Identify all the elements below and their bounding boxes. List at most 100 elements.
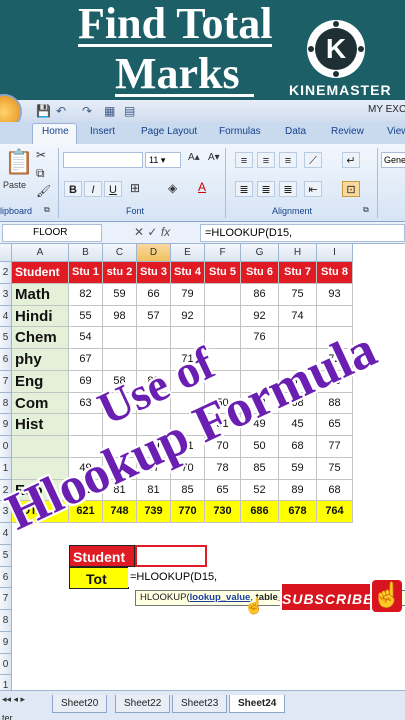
cancel-icon[interactable]: ✕ [134,225,144,239]
subject-cell[interactable]: Math [12,283,69,306]
total-cell[interactable]: 730 [205,501,241,523]
table-header-cell[interactable]: Stu 7 [279,262,317,284]
row-header[interactable]: 5 [0,544,12,567]
table-header-cell[interactable]: Stu 6 [241,262,279,284]
mark-cell[interactable] [205,305,241,328]
mark-cell[interactable]: 89 [279,479,317,502]
save-icon[interactable]: 💾 [36,104,51,118]
subject-cell[interactable] [12,436,69,458]
mark-cell[interactable] [137,327,171,349]
fill-color-icon[interactable]: ◈ [168,181,177,195]
qa-tool-icon-2[interactable]: ▤ [124,104,135,118]
tab-data[interactable]: Data [285,126,306,137]
cut-icon[interactable]: ✂ [36,148,46,162]
merge-center-button[interactable]: ⊡ [342,181,360,197]
column-header[interactable]: B [69,244,103,262]
mark-cell[interactable]: 85 [241,457,279,480]
select-all-corner[interactable] [0,244,12,262]
table-header-cell[interactable]: Student [12,262,69,284]
row-header[interactable]: 8 [0,610,12,632]
row-header[interactable]: 2 [0,262,12,284]
mark-cell[interactable]: 54 [69,327,103,349]
lookup-student-label[interactable]: Student [69,544,135,567]
mark-cell[interactable]: 57 [137,305,171,328]
qa-tool-icon[interactable]: ▦ [104,104,115,118]
table-header-cell[interactable]: Stu 8 [317,262,353,284]
total-cell[interactable]: 748 [103,501,137,523]
column-header[interactable]: C [103,244,137,262]
subject-cell[interactable]: Hist [12,414,69,436]
tooltip-arg1[interactable]: lookup_value [190,592,251,603]
row-header[interactable]: 6 [0,566,12,589]
align-left-button[interactable]: ≣ [235,181,253,197]
copy-icon[interactable]: ⧉ [36,166,45,181]
subject-cell[interactable]: phy [12,349,69,371]
row-header[interactable]: 5 [0,327,12,349]
format-painter-icon[interactable]: 🖌 [36,184,51,198]
column-header[interactable]: I [317,244,353,262]
row-header[interactable]: 3 [0,283,12,306]
mark-cell[interactable]: 59 [103,283,137,306]
mark-cell[interactable]: 77 [317,436,353,458]
column-header[interactable]: E [171,244,205,262]
grow-font-icon[interactable]: A▴ [188,152,200,163]
tab-formulas[interactable]: Formulas [219,126,261,137]
active-cell-editor[interactable]: =HLOOKUP(D15, [128,566,288,587]
row-header[interactable]: 0 [0,653,12,676]
row-header[interactable]: 7 [0,588,12,610]
row-header[interactable]: 6 [0,349,12,371]
name-box[interactable]: FLOOR [2,224,102,242]
mark-cell[interactable]: 79 [171,283,205,306]
subject-cell[interactable]: Chem [12,327,69,349]
mark-cell[interactable]: 85 [171,479,205,502]
mark-cell[interactable] [317,305,353,328]
total-cell[interactable]: 770 [171,501,205,523]
total-cell[interactable]: 739 [137,501,171,523]
mark-cell[interactable] [205,283,241,306]
lookup-total-label[interactable]: Tot [69,566,129,589]
sheet-nav-icons[interactable]: ◂◂ ◂ ▸ [2,694,25,705]
undo-icon[interactable]: ↶ [56,104,66,118]
mark-cell[interactable]: 78 [205,457,241,480]
mark-cell[interactable]: 68 [279,436,317,458]
mark-cell[interactable]: 65 [317,414,353,436]
sheet-tab[interactable]: Sheet20 [52,695,108,713]
sheet-tab-active[interactable]: Sheet24 [229,695,286,713]
mark-cell[interactable]: 82 [69,283,103,306]
font-size-select[interactable]: 11 ▾ [145,152,181,168]
row-header[interactable]: 7 [0,370,12,393]
mark-cell[interactable]: 75 [279,283,317,306]
column-header[interactable]: H [279,244,317,262]
table-header-cell[interactable]: Stu 5 [205,262,241,284]
column-header[interactable]: G [241,244,279,262]
mark-cell[interactable]: 86 [241,283,279,306]
row-header[interactable]: 1 [0,457,12,480]
wrap-text-button[interactable]: ↵ [342,152,360,168]
indent-button[interactable]: ⇤ [304,181,322,197]
row-header[interactable]: 9 [0,631,12,654]
subscribed-button[interactable]: SUBSCRIBED [280,582,384,612]
subject-cell[interactable]: Eng [12,370,69,393]
mark-cell[interactable]: 50 [241,436,279,458]
tab-review[interactable]: Review [331,126,364,137]
row-header[interactable]: 4 [0,305,12,328]
alignment-launcher-icon[interactable]: ⧉ [363,205,369,215]
mark-cell[interactable]: 98 [103,305,137,328]
align-middle-button[interactable]: ≡ [257,152,275,168]
tab-home[interactable]: Home [42,126,69,137]
mark-cell[interactable]: 93 [317,283,353,306]
redo-icon[interactable]: ↷ [82,104,92,118]
mark-cell[interactable]: 55 [69,305,103,328]
underline-button[interactable]: U [104,181,122,197]
lookup-student-input[interactable] [135,544,207,567]
mark-cell[interactable]: 92 [171,305,205,328]
total-cell[interactable]: 764 [317,501,353,523]
column-header[interactable]: A [12,244,69,262]
row-header[interactable]: 8 [0,392,12,415]
mark-cell[interactable]: 52 [241,479,279,502]
total-cell[interactable]: 686 [241,501,279,523]
align-bottom-button[interactable]: ≡ [279,152,297,168]
sheet-tab[interactable]: Sheet23 [172,695,228,713]
mark-cell[interactable]: 65 [205,479,241,502]
mark-cell[interactable]: 59 [279,457,317,480]
